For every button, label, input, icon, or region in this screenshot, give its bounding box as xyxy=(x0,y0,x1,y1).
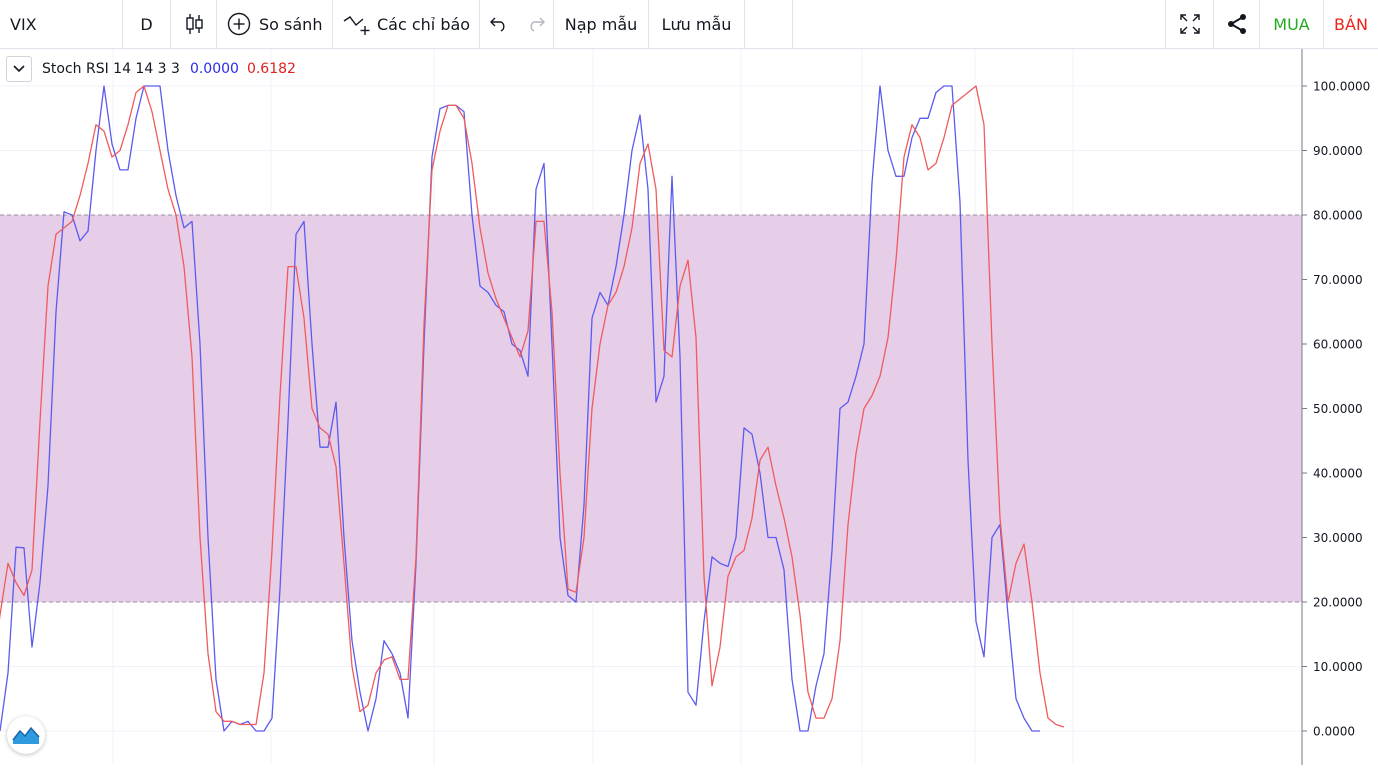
redo-icon xyxy=(526,16,546,32)
chevron-down-icon xyxy=(13,65,25,73)
undo-button[interactable] xyxy=(480,0,518,48)
symbol-label: VIX xyxy=(10,14,37,34)
load-template-label: Nạp mẫu xyxy=(564,14,638,34)
share-button[interactable] xyxy=(1214,0,1260,48)
y-tick-label: 60.0000 xyxy=(1313,338,1363,352)
candlestick-icon xyxy=(184,13,204,35)
toolbar-empty-slot xyxy=(745,0,793,48)
y-tick-label: 80.0000 xyxy=(1313,209,1363,223)
indicators-label: Các chỉ báo xyxy=(377,14,471,34)
tradingview-logo-icon xyxy=(12,726,40,744)
indicator-d-value: 0.6182 xyxy=(246,61,296,77)
interval-label: D xyxy=(140,14,153,34)
indicator-name: Stoch RSI 14 14 3 3 xyxy=(42,61,180,77)
indicators-button[interactable]: Các chỉ báo xyxy=(333,0,480,48)
interval-button[interactable]: D xyxy=(123,0,171,48)
y-tick-label: 30.0000 xyxy=(1313,531,1363,545)
top-toolbar: VIX D So sánh Các chỉ báo Nạp mẫu Lưu mẫ… xyxy=(0,0,1378,49)
price-axis[interactable]: 100.0000 90.0000 80.0000 70.0000 60.0000 50.0… xyxy=(1302,80,1370,739)
y-tick-label: 100.0000 xyxy=(1313,80,1370,94)
tradingview-logo[interactable] xyxy=(7,716,45,754)
share-icon xyxy=(1226,13,1248,35)
indicator-legend: Stoch RSI 14 14 3 3 0.0000 0.6182 xyxy=(6,55,296,83)
chart-style-button[interactable] xyxy=(171,0,217,48)
redo-button[interactable] xyxy=(518,0,554,48)
indicator-wave-icon xyxy=(343,12,371,36)
y-tick-label: 0.0000 xyxy=(1313,725,1355,739)
y-tick-label: 90.0000 xyxy=(1313,144,1363,158)
plus-circle-icon xyxy=(227,12,251,36)
compare-label: So sánh xyxy=(259,14,323,34)
legend-collapse-button[interactable] xyxy=(6,56,32,82)
chart-area[interactable]: 100.0000 90.0000 80.0000 70.0000 60.0000 50.0… xyxy=(0,49,1378,765)
y-tick-label: 10.0000 xyxy=(1313,660,1363,674)
stoch-rsi-chart[interactable]: 100.0000 90.0000 80.0000 70.0000 60.0000 50.0… xyxy=(0,49,1378,765)
save-template-button[interactable]: Lưu mẫu xyxy=(649,0,745,48)
load-template-button[interactable]: Nạp mẫu xyxy=(554,0,649,48)
indicator-k-value: 0.0000 xyxy=(189,61,239,77)
save-template-label: Lưu mẫu xyxy=(661,14,732,34)
y-tick-label: 20.0000 xyxy=(1313,596,1363,610)
sell-button[interactable]: BÁN xyxy=(1324,0,1378,48)
symbol-search-button[interactable]: VIX xyxy=(0,0,123,48)
fullscreen-icon xyxy=(1179,13,1201,35)
y-tick-label: 70.0000 xyxy=(1313,273,1363,287)
y-tick-label: 50.0000 xyxy=(1313,402,1363,416)
fullscreen-button[interactable] xyxy=(1165,0,1214,48)
buy-label: MUA xyxy=(1273,14,1310,34)
buy-button[interactable]: MUA xyxy=(1260,0,1324,48)
y-tick-label: 40.0000 xyxy=(1313,467,1363,481)
sell-label: BÁN xyxy=(1334,14,1368,34)
undo-icon xyxy=(489,16,509,32)
compare-button[interactable]: So sánh xyxy=(217,0,333,48)
